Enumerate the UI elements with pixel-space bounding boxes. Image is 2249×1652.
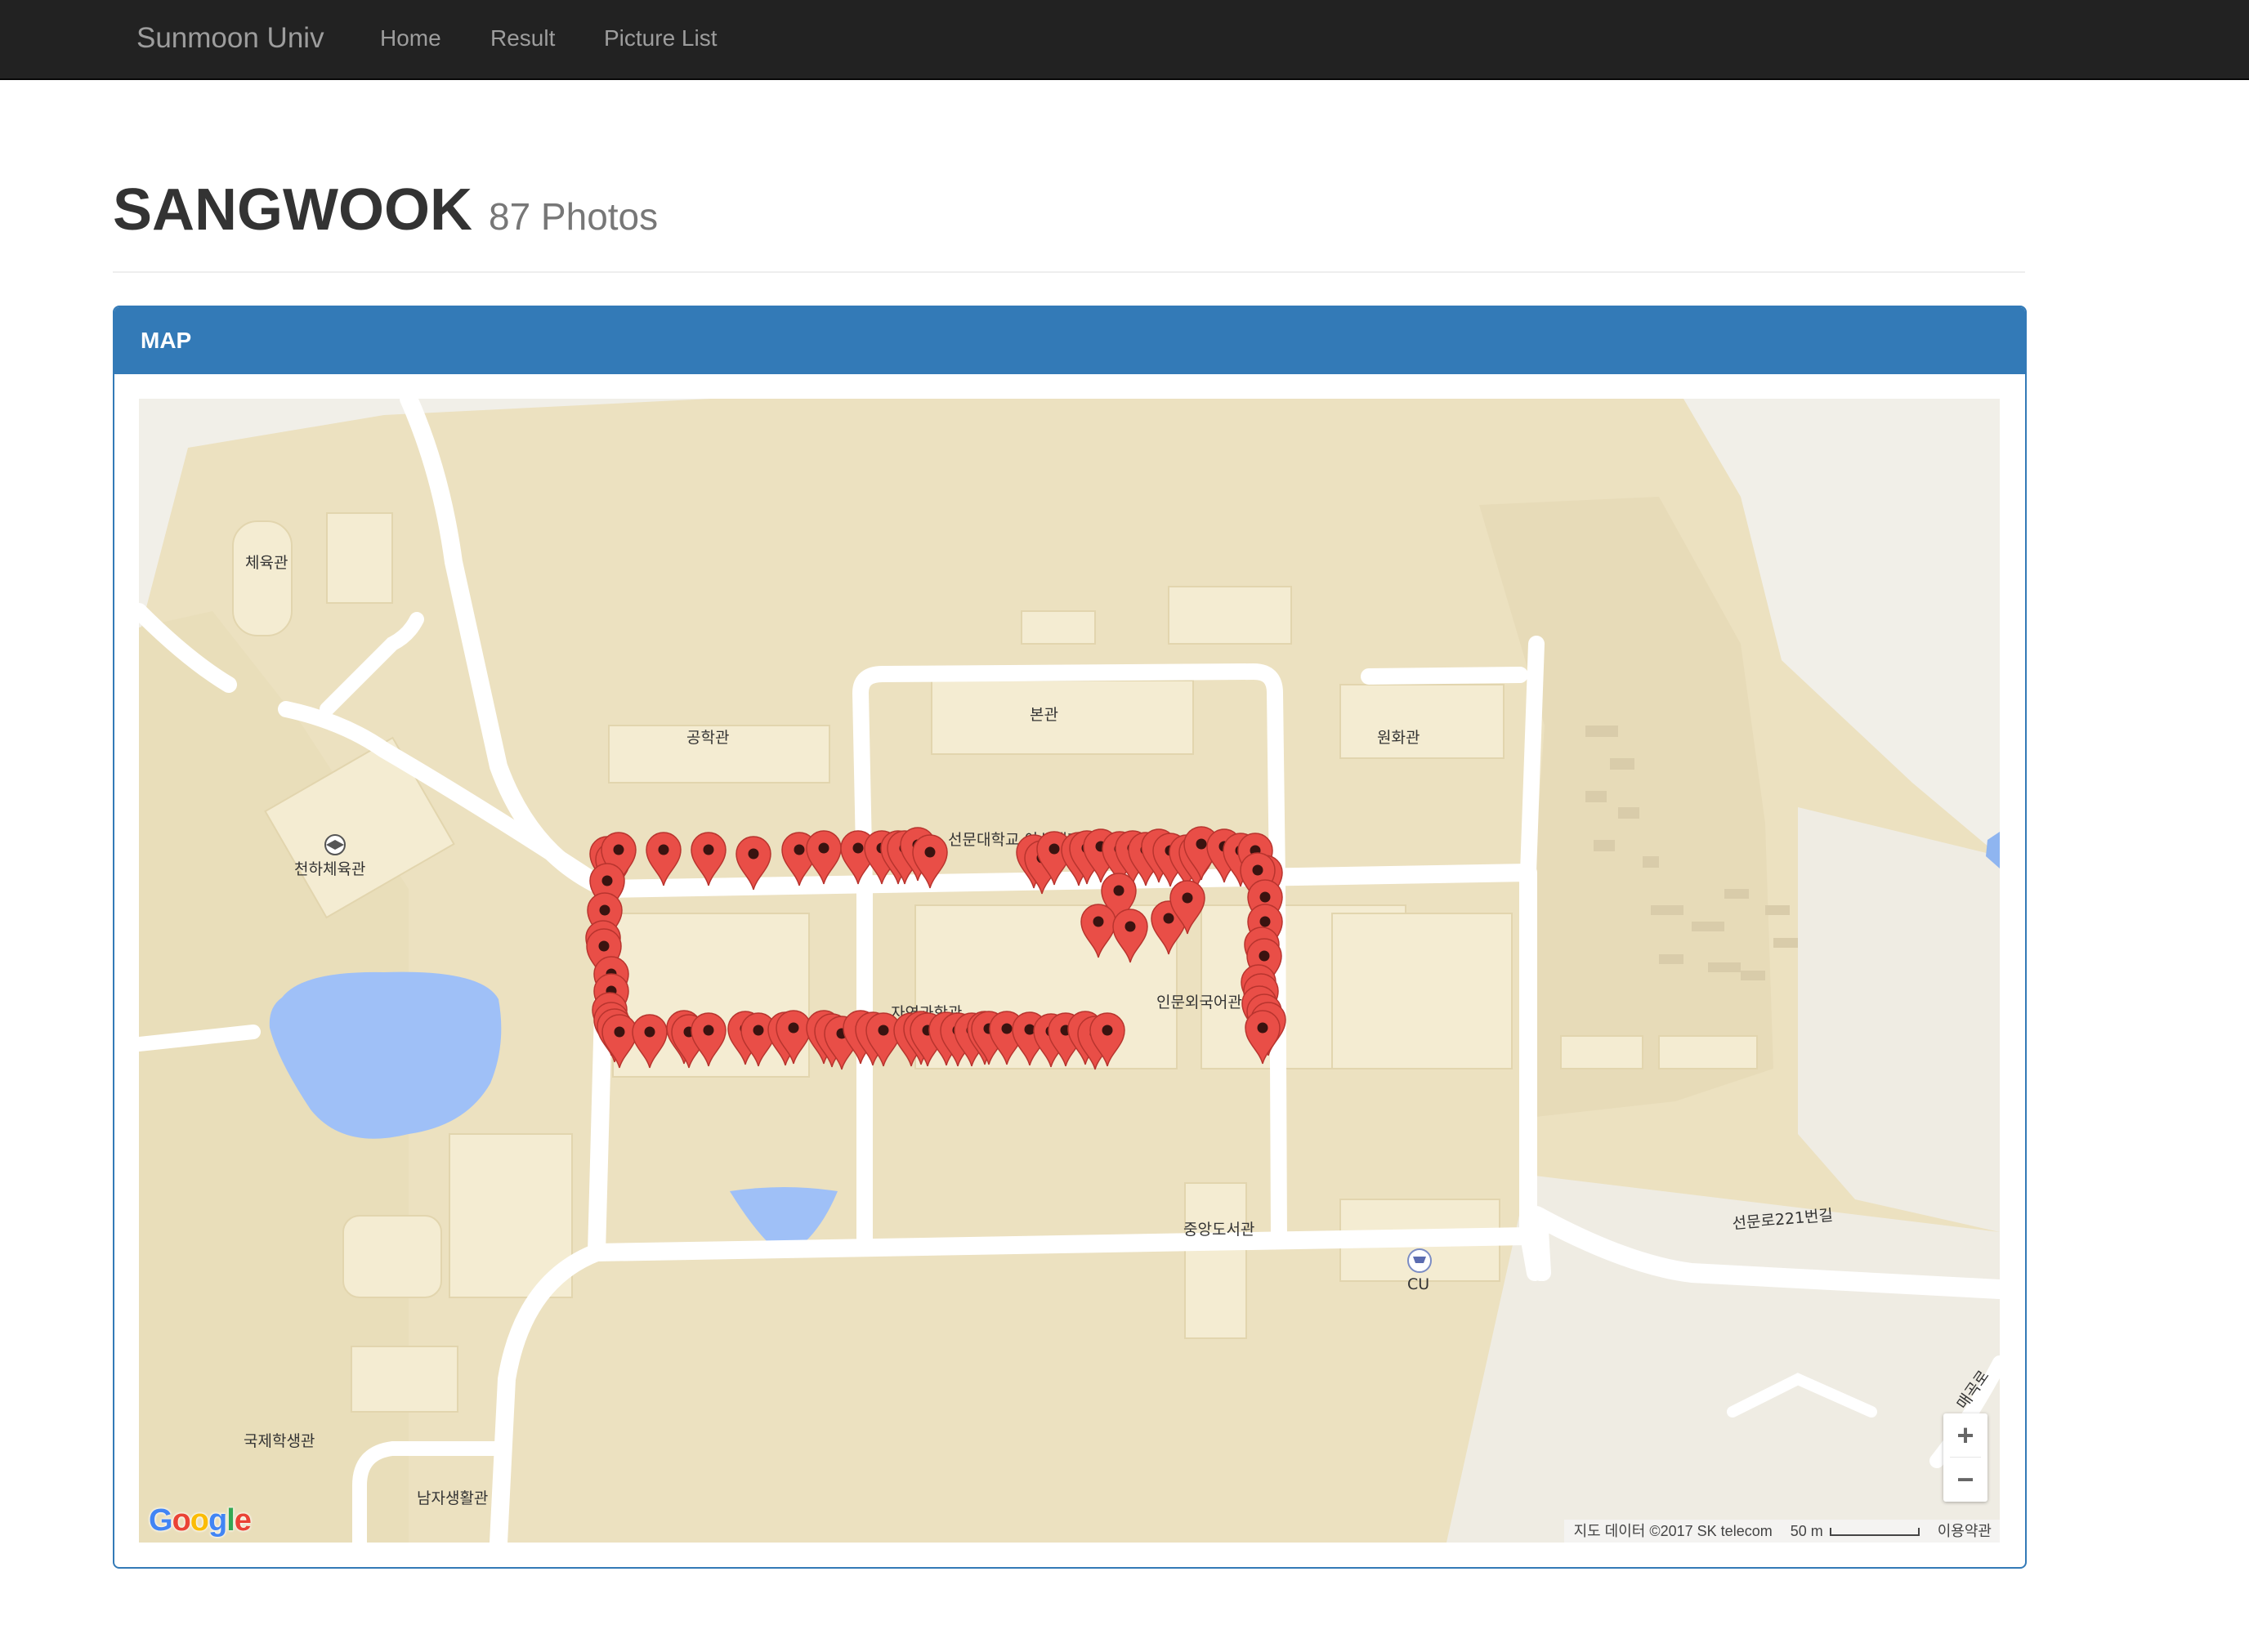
marker-dot bbox=[598, 940, 610, 952]
user-name: SANGWOOK bbox=[113, 177, 472, 243]
map-panel: MAP 선문로221번길 매곡로 체육관 천하체육관 공학관 본관 원화관 인문… bbox=[113, 306, 2027, 1569]
marker-dot bbox=[1257, 1022, 1268, 1034]
zoom-control: + − bbox=[1943, 1413, 1987, 1502]
marker-dot bbox=[1259, 891, 1271, 903]
logo-letter: o bbox=[190, 1503, 209, 1538]
zoom-out-button[interactable]: − bbox=[1943, 1458, 1987, 1502]
google-logo[interactable]: Google bbox=[149, 1503, 252, 1538]
logo-letter: e bbox=[234, 1503, 252, 1538]
label-wonhwa-hall: 원화관 bbox=[1377, 729, 1420, 747]
map-canvas[interactable]: 선문로221번길 매곡로 체육관 천하체육관 공학관 본관 원화관 자연과학관 … bbox=[139, 399, 2000, 1543]
marker-dot bbox=[753, 1025, 764, 1036]
marker-dot bbox=[1252, 864, 1263, 876]
marker-dot bbox=[852, 842, 864, 854]
label-cheonha-gym: 천하체육관 bbox=[294, 860, 365, 878]
marker-dot bbox=[1048, 843, 1060, 855]
marker-dot bbox=[878, 1025, 889, 1036]
marker-dot bbox=[1102, 1025, 1113, 1036]
label-humanities: 인문외국어관 bbox=[1156, 993, 1242, 1011]
marker-dot bbox=[644, 1026, 655, 1038]
page-header: SANGWOOK 87 Photos bbox=[113, 173, 2025, 273]
marker-dot bbox=[794, 844, 805, 855]
open-land bbox=[1798, 807, 2000, 1232]
map-attribution: 지도 데이터 ©2017 SK telecom 50 m 이용약관 bbox=[1563, 1520, 2000, 1543]
marker-dot bbox=[703, 844, 714, 855]
nav-picture-list[interactable]: Picture List bbox=[604, 20, 718, 57]
label-library: 중앙도서관 bbox=[1183, 1221, 1254, 1239]
marker-dot bbox=[1001, 1023, 1013, 1034]
scale-label: 50 m bbox=[1790, 1523, 1823, 1539]
label-main-hall: 본관 bbox=[1030, 706, 1058, 724]
marker-dot bbox=[818, 842, 829, 854]
logo-letter: G bbox=[149, 1503, 173, 1538]
marker-dot bbox=[1182, 892, 1193, 904]
marker-dot bbox=[788, 1022, 799, 1034]
marker-dot bbox=[1196, 838, 1207, 850]
label-male-dorm: 남자생활관 bbox=[417, 1489, 488, 1507]
marker-dot bbox=[1124, 921, 1136, 932]
panel-heading: MAP bbox=[114, 307, 2025, 374]
label-gym: 체육관 bbox=[245, 554, 288, 572]
google-map[interactable]: 선문로221번길 매곡로 체육관 천하체육관 공학관 본관 원화관 자연과학관 … bbox=[139, 399, 2000, 1543]
nav-result[interactable]: Result bbox=[490, 20, 555, 57]
scale-bar bbox=[1829, 1528, 1920, 1537]
logo-letter: g bbox=[208, 1503, 227, 1538]
label-intl-student: 국제학생관 bbox=[244, 1432, 315, 1450]
marker-dot bbox=[614, 1026, 625, 1038]
marker-dot bbox=[703, 1025, 714, 1036]
zoom-in-button[interactable]: + bbox=[1943, 1413, 1987, 1458]
marker-dot bbox=[599, 904, 610, 916]
map-data-credit: 지도 데이터 ©2017 SK telecom bbox=[1573, 1523, 1773, 1539]
page-title: SANGWOOK 87 Photos bbox=[113, 173, 658, 253]
logo-letter: l bbox=[226, 1503, 235, 1538]
marker-dot bbox=[601, 875, 613, 886]
marker-dot bbox=[1259, 950, 1270, 962]
label-cu: CU bbox=[1407, 1275, 1429, 1293]
photo-count: 87 Photos bbox=[488, 195, 659, 238]
label-engineering: 공학관 bbox=[686, 729, 729, 747]
nav-home[interactable]: Home bbox=[380, 20, 441, 57]
marker-dot bbox=[613, 844, 624, 855]
marker-dot bbox=[658, 844, 669, 855]
navbar: Sunmoon Univ Home Result Picture List bbox=[0, 0, 2249, 80]
panel-title: MAP bbox=[141, 328, 192, 353]
terms-link[interactable]: 이용약관 bbox=[1938, 1523, 1992, 1539]
marker-dot bbox=[1113, 885, 1124, 896]
logo-letter: o bbox=[172, 1503, 191, 1538]
marker-dot bbox=[1093, 916, 1104, 927]
marker-dot bbox=[748, 848, 759, 859]
brand-link[interactable]: Sunmoon Univ bbox=[136, 20, 324, 57]
marker-dot bbox=[924, 846, 936, 858]
marker-dot bbox=[1163, 913, 1174, 924]
marker-dot bbox=[1259, 916, 1271, 927]
